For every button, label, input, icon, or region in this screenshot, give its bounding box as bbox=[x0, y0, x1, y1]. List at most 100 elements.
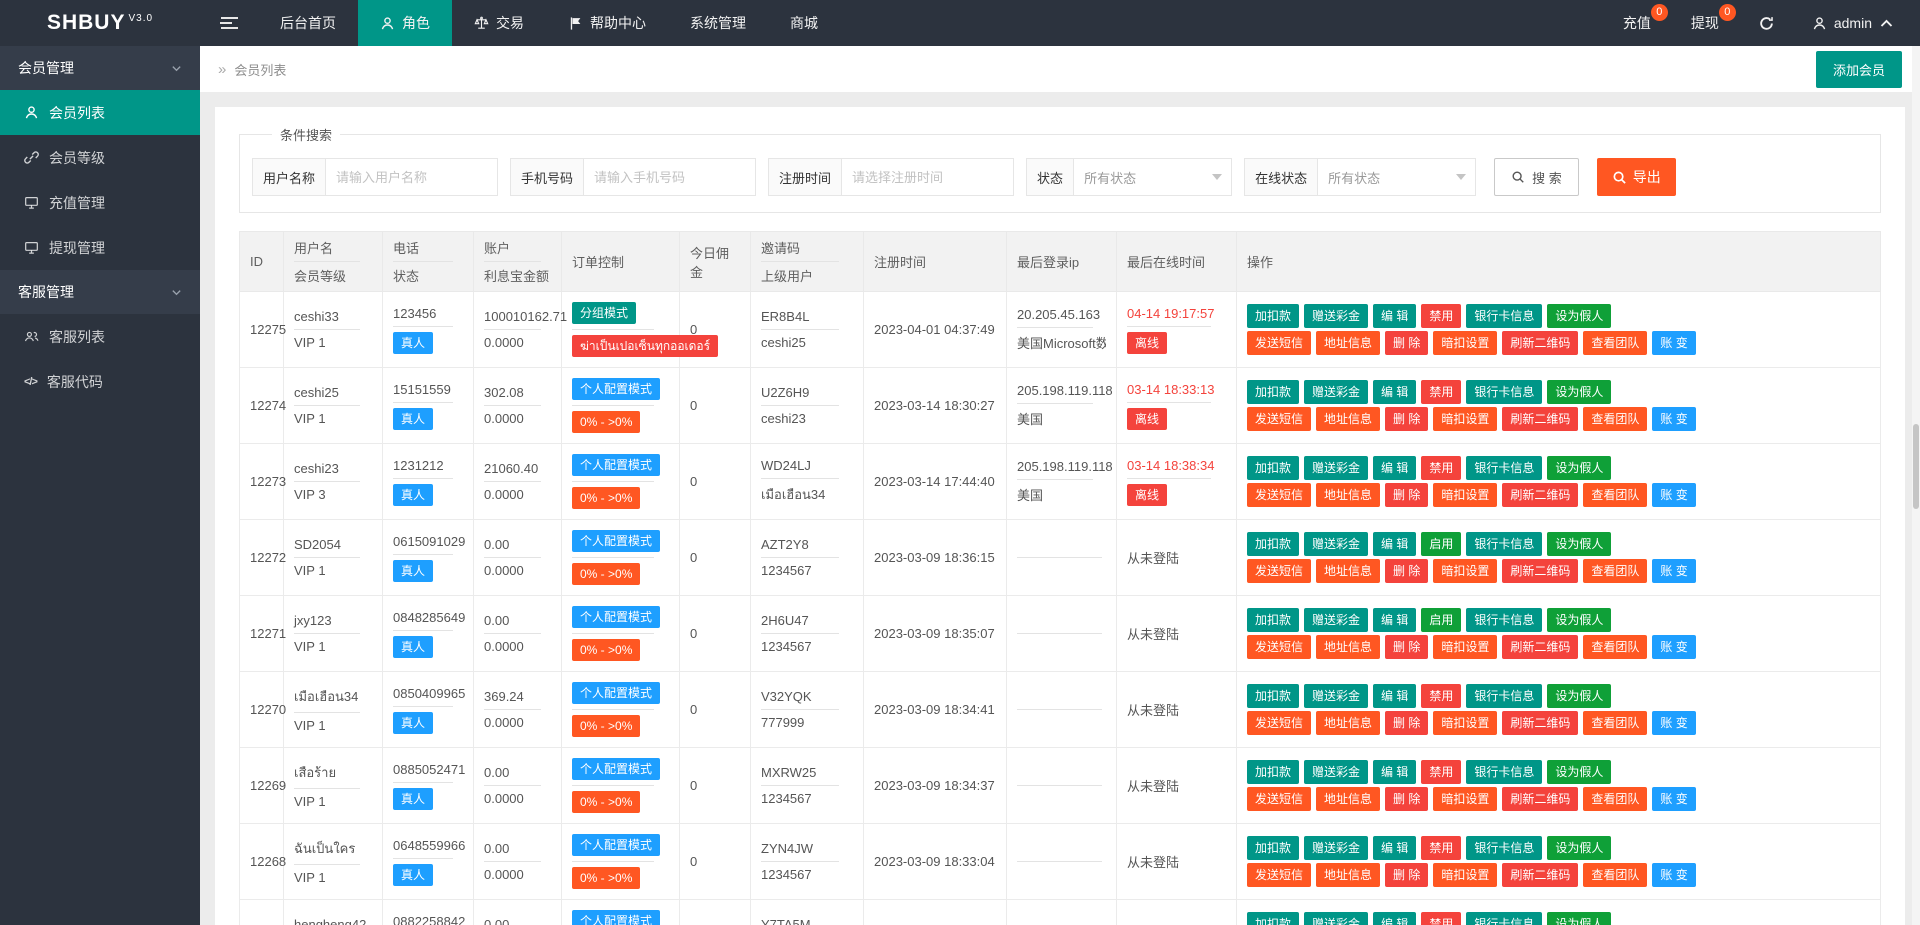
disable-button[interactable]: 禁用 bbox=[1421, 684, 1461, 708]
set-as-fake-button[interactable]: 设为假人 bbox=[1547, 380, 1611, 404]
view-team-button[interactable]: 查看团队 bbox=[1583, 559, 1647, 583]
export-button[interactable]: 导出 bbox=[1597, 158, 1676, 196]
sidebar-group-service-management[interactable]: 客服管理 bbox=[0, 270, 200, 314]
hidden-deduction-button[interactable]: 暗扣设置 bbox=[1433, 787, 1497, 811]
send-sms-button[interactable]: 发送短信 bbox=[1247, 787, 1311, 811]
account-change-button[interactable]: 账 变 bbox=[1652, 331, 1695, 355]
send-sms-button[interactable]: 发送短信 bbox=[1247, 407, 1311, 431]
refresh-qrcode-button[interactable]: 刷新二维码 bbox=[1502, 331, 1578, 355]
filter-input-username[interactable] bbox=[326, 158, 498, 196]
edit-button[interactable]: 编 辑 bbox=[1373, 760, 1416, 784]
view-team-button[interactable]: 查看团队 bbox=[1583, 331, 1647, 355]
disable-button[interactable]: 禁用 bbox=[1421, 380, 1461, 404]
sidebar-item-member-level[interactable]: 会员等级 bbox=[0, 135, 200, 180]
nav-item-home[interactable]: 后台首页 bbox=[258, 0, 358, 46]
delete-button[interactable]: 删 除 bbox=[1385, 559, 1428, 583]
address-info-button[interactable]: 地址信息 bbox=[1316, 559, 1380, 583]
account-change-button[interactable]: 账 变 bbox=[1652, 483, 1695, 507]
address-info-button[interactable]: 地址信息 bbox=[1316, 331, 1380, 355]
nav-item-trade[interactable]: 交易 bbox=[452, 0, 546, 46]
nav-item-system[interactable]: 系统管理 bbox=[668, 0, 768, 46]
address-info-button[interactable]: 地址信息 bbox=[1316, 407, 1380, 431]
search-button[interactable]: 搜 索 bbox=[1494, 158, 1579, 196]
gift-bonus-button[interactable]: 赠送彩金 bbox=[1304, 608, 1368, 632]
bank-card-info-button[interactable]: 银行卡信息 bbox=[1466, 760, 1542, 784]
view-team-button[interactable]: 查看团队 bbox=[1583, 407, 1647, 431]
send-sms-button[interactable]: 发送短信 bbox=[1247, 711, 1311, 735]
refresh-qrcode-button[interactable]: 刷新二维码 bbox=[1502, 483, 1578, 507]
filter-select-status[interactable]: 所有状态 bbox=[1074, 158, 1232, 196]
enable-button[interactable]: 启用 bbox=[1421, 532, 1461, 556]
send-sms-button[interactable]: 发送短信 bbox=[1247, 559, 1311, 583]
edit-button[interactable]: 编 辑 bbox=[1373, 608, 1416, 632]
sidebar-collapse-icon[interactable] bbox=[200, 0, 258, 46]
send-sms-button[interactable]: 发送短信 bbox=[1247, 635, 1311, 659]
sidebar-item-recharge-management[interactable]: 充值管理 bbox=[0, 180, 200, 225]
refresh-qrcode-button[interactable]: 刷新二维码 bbox=[1502, 863, 1578, 887]
refresh-qrcode-button[interactable]: 刷新二维码 bbox=[1502, 711, 1578, 735]
edit-button[interactable]: 编 辑 bbox=[1373, 912, 1416, 925]
adjust-funds-button[interactable]: 加扣款 bbox=[1247, 456, 1299, 480]
address-info-button[interactable]: 地址信息 bbox=[1316, 635, 1380, 659]
set-as-fake-button[interactable]: 设为假人 bbox=[1547, 836, 1611, 860]
bank-card-info-button[interactable]: 银行卡信息 bbox=[1466, 532, 1542, 556]
refresh-qrcode-button[interactable]: 刷新二维码 bbox=[1502, 635, 1578, 659]
disable-button[interactable]: 禁用 bbox=[1421, 760, 1461, 784]
refresh-qrcode-button[interactable]: 刷新二维码 bbox=[1502, 407, 1578, 431]
set-as-fake-button[interactable]: 设为假人 bbox=[1547, 760, 1611, 784]
set-as-fake-button[interactable]: 设为假人 bbox=[1547, 304, 1611, 328]
sidebar-item-service-list[interactable]: 客服列表 bbox=[0, 314, 200, 359]
hidden-deduction-button[interactable]: 暗扣设置 bbox=[1433, 483, 1497, 507]
set-as-fake-button[interactable]: 设为假人 bbox=[1547, 684, 1611, 708]
account-change-button[interactable]: 账 变 bbox=[1652, 711, 1695, 735]
gift-bonus-button[interactable]: 赠送彩金 bbox=[1304, 836, 1368, 860]
delete-button[interactable]: 删 除 bbox=[1385, 787, 1428, 811]
bank-card-info-button[interactable]: 银行卡信息 bbox=[1466, 456, 1542, 480]
refresh-qrcode-button[interactable]: 刷新二维码 bbox=[1502, 559, 1578, 583]
adjust-funds-button[interactable]: 加扣款 bbox=[1247, 380, 1299, 404]
refresh-qrcode-button[interactable]: 刷新二维码 bbox=[1502, 787, 1578, 811]
send-sms-button[interactable]: 发送短信 bbox=[1247, 483, 1311, 507]
adjust-funds-button[interactable]: 加扣款 bbox=[1247, 760, 1299, 784]
delete-button[interactable]: 删 除 bbox=[1385, 407, 1428, 431]
view-team-button[interactable]: 查看团队 bbox=[1583, 863, 1647, 887]
set-as-fake-button[interactable]: 设为假人 bbox=[1547, 912, 1611, 925]
adjust-funds-button[interactable]: 加扣款 bbox=[1247, 532, 1299, 556]
delete-button[interactable]: 删 除 bbox=[1385, 863, 1428, 887]
bank-card-info-button[interactable]: 银行卡信息 bbox=[1466, 836, 1542, 860]
sidebar-item-service-code[interactable]: </>客服代码 bbox=[0, 359, 200, 404]
disable-button[interactable]: 禁用 bbox=[1421, 456, 1461, 480]
recharge-link[interactable]: 充值 0 bbox=[1603, 0, 1671, 46]
hidden-deduction-button[interactable]: 暗扣设置 bbox=[1433, 559, 1497, 583]
add-member-button[interactable]: 添加会员 bbox=[1816, 51, 1902, 88]
view-team-button[interactable]: 查看团队 bbox=[1583, 635, 1647, 659]
sidebar-item-member-list[interactable]: 会员列表 bbox=[0, 90, 200, 135]
sidebar-group-member-management[interactable]: 会员管理 bbox=[0, 46, 200, 90]
view-team-button[interactable]: 查看团队 bbox=[1583, 787, 1647, 811]
view-team-button[interactable]: 查看团队 bbox=[1583, 483, 1647, 507]
delete-button[interactable]: 删 除 bbox=[1385, 483, 1428, 507]
bank-card-info-button[interactable]: 银行卡信息 bbox=[1466, 684, 1542, 708]
gift-bonus-button[interactable]: 赠送彩金 bbox=[1304, 456, 1368, 480]
filter-input-phone[interactable] bbox=[584, 158, 756, 196]
account-change-button[interactable]: 账 变 bbox=[1652, 635, 1695, 659]
gift-bonus-button[interactable]: 赠送彩金 bbox=[1304, 760, 1368, 784]
refresh-button[interactable] bbox=[1739, 0, 1794, 46]
bank-card-info-button[interactable]: 银行卡信息 bbox=[1466, 304, 1542, 328]
adjust-funds-button[interactable]: 加扣款 bbox=[1247, 836, 1299, 860]
withdraw-link[interactable]: 提现 0 bbox=[1671, 0, 1739, 46]
bank-card-info-button[interactable]: 银行卡信息 bbox=[1466, 912, 1542, 925]
enable-button[interactable]: 启用 bbox=[1421, 608, 1461, 632]
set-as-fake-button[interactable]: 设为假人 bbox=[1547, 532, 1611, 556]
disable-button[interactable]: 禁用 bbox=[1421, 912, 1461, 925]
vertical-scrollbar[interactable] bbox=[1912, 46, 1920, 925]
delete-button[interactable]: 删 除 bbox=[1385, 635, 1428, 659]
adjust-funds-button[interactable]: 加扣款 bbox=[1247, 608, 1299, 632]
hidden-deduction-button[interactable]: 暗扣设置 bbox=[1433, 331, 1497, 355]
gift-bonus-button[interactable]: 赠送彩金 bbox=[1304, 912, 1368, 925]
delete-button[interactable]: 删 除 bbox=[1385, 331, 1428, 355]
account-change-button[interactable]: 账 变 bbox=[1652, 787, 1695, 811]
bank-card-info-button[interactable]: 银行卡信息 bbox=[1466, 608, 1542, 632]
adjust-funds-button[interactable]: 加扣款 bbox=[1247, 304, 1299, 328]
address-info-button[interactable]: 地址信息 bbox=[1316, 787, 1380, 811]
